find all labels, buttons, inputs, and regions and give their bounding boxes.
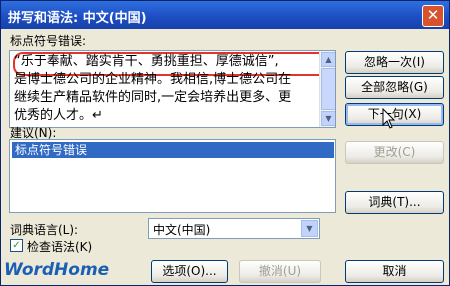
sentence-line-3: 继续生产精品软件的同时,一定会培养出更多、更 [14, 90, 292, 105]
scroll-up-button[interactable]: ▲ [321, 52, 335, 67]
check-grammar-label: 检查语法(K) [27, 240, 93, 254]
scroll-thumb[interactable] [321, 68, 335, 110]
suggestion-item[interactable]: 标点符号错误 [12, 142, 334, 158]
undo-button[interactable]: 撤消(U) [239, 260, 321, 283]
ignore-all-button[interactable]: 全部忽略(G) [345, 76, 444, 99]
check-grammar-checkbox[interactable]: ✓ [10, 239, 23, 252]
dictionary-language-select[interactable]: 中文(中国) ▼ [148, 218, 320, 239]
sentence-line-1: “乐于奉献、踏实肯干、勇挑重担、厚德诚信”, [14, 54, 279, 69]
close-button[interactable]: ✕ [422, 5, 444, 27]
options-button[interactable]: 选项(O)... [151, 260, 228, 283]
error-type-label: 标点符号错误: [10, 34, 87, 48]
title-bar[interactable]: 拼写和语法: 中文(中国) ✕ [1, 1, 449, 29]
chevron-down-icon[interactable]: ▼ [301, 220, 318, 237]
dictionary-language-value: 中文(中国) [153, 223, 211, 237]
spelling-grammar-dialog: 拼写和语法: 中文(中国) ✕ 标点符号错误: “乐于奉献、踏实肯干、勇挑重担、… [0, 0, 450, 286]
sentence-line-4: 优秀的人才。↵ [14, 108, 103, 123]
dictionary-language-label: 词典语言(L): [10, 223, 79, 237]
suggestions-list[interactable]: 标点符号错误 [9, 139, 336, 213]
editor-scrollbar[interactable]: ▲ ▼ [319, 51, 335, 127]
sentence-editor[interactable]: “乐于奉献、踏实肯干、勇挑重担、厚德诚信”, 是博士德公司的企业精神。我相信,博… [9, 50, 336, 128]
mouse-pointer-icon [382, 108, 396, 129]
close-icon: ✕ [426, 6, 440, 24]
cancel-button[interactable]: 取消 [345, 260, 444, 283]
scroll-down-button[interactable]: ▼ [321, 111, 335, 126]
change-button[interactable]: 更改(C) [345, 141, 444, 164]
dictionary-button[interactable]: 词典(T)... [345, 191, 444, 214]
sentence-text[interactable]: “乐于奉献、踏实肯干、勇挑重担、厚德诚信”, 是博士德公司的企业精神。我相信,博… [14, 53, 314, 125]
sentence-line-2: 是博士德公司的企业精神。我相信,博士德公司在 [14, 72, 292, 87]
wordhome-watermark: WordHome [4, 260, 110, 280]
ignore-once-button[interactable]: 忽略一次(I) [345, 51, 444, 74]
dialog-title: 拼写和语法: 中文(中国) [8, 11, 147, 26]
